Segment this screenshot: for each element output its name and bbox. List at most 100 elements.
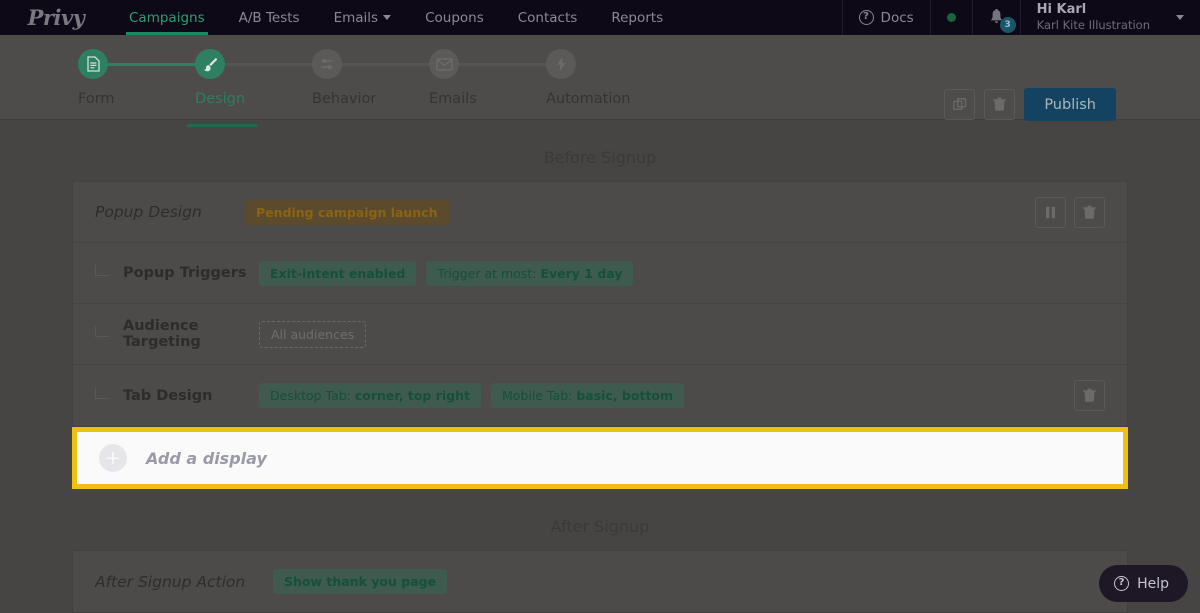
popup-triggers-row[interactable]: Popup Triggers Exit-intent enabled Trigg…: [73, 243, 1127, 304]
step-label: Behavior: [312, 91, 376, 107]
nav-item-label: Emails: [334, 10, 379, 26]
paintbrush-icon: [202, 56, 219, 73]
popup-design-row[interactable]: Popup Design Pending campaign launch: [73, 182, 1127, 243]
step-form[interactable]: Form: [78, 49, 195, 107]
step-label: Automation: [546, 91, 630, 107]
exit-intent-badge: Exit-intent enabled: [259, 261, 416, 286]
question-circle-icon: ?: [1114, 576, 1129, 591]
nav-right-cluster: ? Docs 3 Hi Karl Karl Kite Illustration: [842, 0, 1200, 35]
plus-icon: +: [99, 444, 127, 472]
row-badges: All audiences: [259, 321, 366, 348]
nav-item-label: Contacts: [518, 10, 578, 26]
add-display-row[interactable]: + Add a display: [72, 427, 1128, 489]
help-widget-button[interactable]: ? Help: [1099, 565, 1188, 602]
step-behavior[interactable]: Behavior: [312, 49, 429, 107]
audience-targeting-row[interactable]: Audience Targeting All audiences: [73, 304, 1127, 365]
trash-icon: [993, 97, 1006, 112]
step-label: Emails: [429, 91, 477, 107]
before-signup-card: Popup Design Pending campaign launch: [72, 181, 1128, 427]
step-label: Design: [195, 91, 245, 107]
trash-icon: [1083, 388, 1096, 403]
nav-item-label: Campaigns: [129, 10, 205, 26]
primary-nav-items: Campaigns A/B Tests Emails Coupons Conta…: [112, 0, 680, 35]
after-signup-section-title: After Signup: [0, 489, 1200, 550]
nav-item-label: Coupons: [425, 10, 484, 26]
sliders-icon: [319, 56, 335, 72]
nav-item-label: A/B Tests: [239, 10, 300, 26]
user-organization: Karl Kite Illustration: [1037, 18, 1150, 32]
main-content: Before Signup Popup Design Pending campa…: [0, 120, 1200, 613]
before-signup-section-title: Before Signup: [0, 120, 1200, 181]
trigger-frequency-badge: Trigger at most: Every 1 day: [426, 261, 633, 286]
add-display-label: Add a display: [146, 449, 267, 468]
row-actions: [1074, 380, 1105, 411]
step-icon-circle: [195, 49, 225, 79]
step-automation[interactable]: Automation: [546, 49, 663, 107]
document-icon: [86, 56, 101, 72]
duplicate-campaign-button[interactable]: [944, 89, 975, 120]
user-greeting: Hi Karl: [1037, 2, 1150, 18]
row-badges: Exit-intent enabled Trigger at most: Eve…: [259, 261, 633, 286]
chevron-down-icon: [383, 15, 391, 20]
help-label: Help: [1137, 576, 1169, 592]
nav-item-emails[interactable]: Emails: [317, 0, 409, 35]
after-signup-action-row[interactable]: After Signup Action Show thank you page: [73, 551, 1127, 612]
publish-button[interactable]: Publish: [1024, 88, 1116, 121]
mobile-tab-badge: Mobile Tab: basic, bottom: [491, 383, 684, 408]
badge-prefix: Trigger at most:: [437, 266, 540, 281]
question-circle-icon: ?: [859, 10, 874, 25]
campaign-stepper-band: Form Design Behavior: [0, 35, 1200, 120]
docs-link[interactable]: ? Docs: [842, 0, 930, 35]
audience-badge: All audiences: [259, 321, 366, 348]
chevron-down-icon: [1176, 15, 1184, 20]
row-badges: Desktop Tab: corner, top right Mobile Ta…: [259, 383, 684, 408]
step-icon-circle: [312, 49, 342, 79]
nav-item-campaigns[interactable]: Campaigns: [112, 0, 222, 35]
campaign-steps: Form Design Behavior: [78, 49, 663, 107]
row-title: Tab Design: [123, 388, 259, 404]
nav-item-reports[interactable]: Reports: [594, 0, 680, 35]
pause-campaign-button[interactable]: [1035, 197, 1066, 228]
top-navigation-bar: Privy Campaigns A/B Tests Emails Coupons…: [0, 0, 1200, 35]
tree-elbow-icon: [95, 326, 109, 337]
delete-popup-design-button[interactable]: [1074, 197, 1105, 228]
row-title: After Signup Action: [95, 573, 273, 591]
desktop-tab-badge: Desktop Tab: corner, top right: [259, 383, 481, 408]
pause-icon: [1045, 206, 1056, 219]
row-actions: [1035, 197, 1105, 228]
tab-design-row[interactable]: Tab Design Desktop Tab: corner, top righ…: [73, 365, 1127, 426]
step-design[interactable]: Design: [195, 49, 312, 107]
header-action-buttons: Publish: [944, 88, 1116, 121]
nav-item-ab-tests[interactable]: A/B Tests: [222, 0, 317, 35]
step-icon-circle: [78, 49, 108, 79]
step-emails[interactable]: Emails: [429, 49, 546, 107]
privy-logo[interactable]: Privy: [0, 0, 112, 35]
nav-item-coupons[interactable]: Coupons: [408, 0, 501, 35]
after-signup-action-badge: Show thank you page: [273, 569, 447, 594]
badge-prefix: Mobile Tab:: [502, 388, 576, 403]
badge-prefix: Desktop Tab:: [270, 388, 355, 403]
after-signup-card: After Signup Action Show thank you page: [72, 550, 1128, 613]
delete-tab-design-button[interactable]: [1074, 380, 1105, 411]
step-icon-circle: [429, 49, 459, 79]
step-icon-circle: [546, 49, 576, 79]
nav-item-contacts[interactable]: Contacts: [501, 0, 595, 35]
row-badges: Pending campaign launch: [245, 200, 449, 225]
badge-value: corner, top right: [355, 388, 470, 403]
row-title: Popup Triggers: [123, 265, 259, 281]
user-info: Hi Karl Karl Kite Illustration: [1037, 2, 1150, 33]
nav-item-label: Reports: [611, 10, 663, 26]
tree-elbow-icon: [95, 388, 109, 399]
status-indicator[interactable]: [930, 0, 972, 35]
status-dot-icon: [947, 13, 956, 22]
notifications-button[interactable]: 3: [972, 0, 1020, 35]
tree-elbow-icon: [95, 265, 109, 276]
delete-campaign-button[interactable]: [984, 89, 1015, 120]
row-title: Audience Targeting: [123, 318, 259, 350]
docs-label: Docs: [881, 10, 914, 26]
status-badge: Pending campaign launch: [245, 200, 449, 225]
step-label: Form: [78, 91, 115, 107]
user-menu[interactable]: Hi Karl Karl Kite Illustration: [1020, 0, 1200, 35]
envelope-icon: [436, 58, 453, 71]
row-badges: Show thank you page: [273, 569, 447, 594]
